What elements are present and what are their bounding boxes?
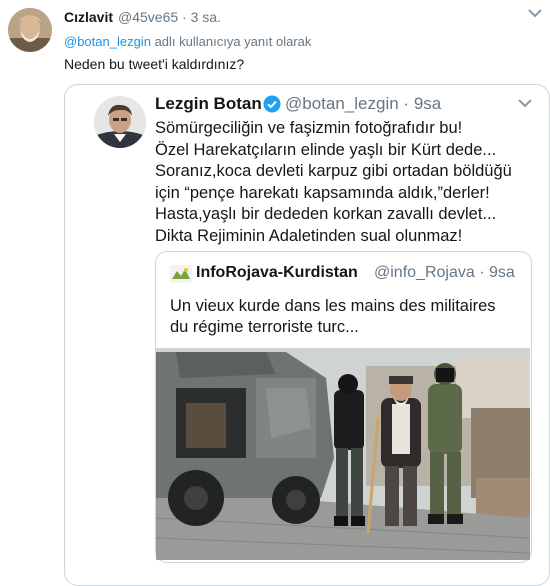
- chevron-down-icon[interactable]: [516, 96, 534, 110]
- quoted-separator: ·: [403, 94, 410, 113]
- quoted-text-line: Hasta,yaşlı bir dededen korkan zavallı d…: [155, 205, 497, 223]
- reply-to-suffix: adlı kullanıcıya yanıt olarak: [154, 34, 312, 49]
- reply-author-avatar[interactable]: [8, 8, 52, 52]
- quoted-text-line: Sömürgeciliğin ve faşizmin fotoğrafıdır …: [155, 119, 463, 137]
- quoted-text-line: Dikta Rejiminin Adaletinden sual olunmaz…: [155, 226, 463, 245]
- quoted-timestamp[interactable]: 9sa: [414, 94, 441, 113]
- inner-author-handle[interactable]: @info_Rojava: [374, 264, 475, 281]
- inner-tweet-photo[interactable]: [156, 348, 530, 560]
- quoted-author-name[interactable]: Lezgin Botan: [155, 94, 262, 114]
- reply-tweet-text: Neden bu tweet'i kaldırdınız?: [64, 56, 245, 72]
- inner-separator: ·: [479, 264, 485, 281]
- inner-timestamp[interactable]: 9sa: [489, 264, 515, 281]
- inner-author-name[interactable]: InfoRojava-Kurdistan: [196, 264, 358, 282]
- inner-tweet-text: Un vieux kurde dans les mains des milita…: [170, 296, 520, 338]
- reply-author-meta: @45ve65 · 3 sa.: [118, 9, 221, 25]
- quoted-text-line: için “pençe harekatı kapsamında aldık,”d…: [155, 183, 490, 202]
- inner-text-line: du régime terroriste turc...: [170, 318, 359, 336]
- reply-mention-link[interactable]: @botan_lezgin: [64, 34, 151, 49]
- inner-author-meta: @info_Rojava · 9sa: [374, 264, 515, 282]
- quoted-author-handle[interactable]: @botan_lezgin: [285, 94, 399, 113]
- reply-timestamp[interactable]: 3 sa.: [191, 9, 221, 25]
- verified-badge-icon: [263, 95, 281, 113]
- reply-separator: ·: [182, 9, 187, 25]
- reply-author-name[interactable]: Cızlavit: [64, 9, 113, 25]
- quoted-text-line: Özel Harekatçıların elinde yaşlı bir Kür…: [155, 140, 497, 159]
- quoted-author-avatar[interactable]: [94, 96, 146, 148]
- replying-to-line: @botan_lezgin adlı kullanıcıya yanıt ola…: [64, 34, 311, 49]
- reply-author-handle[interactable]: @45ve65: [118, 9, 178, 25]
- inforojava-logo-icon: [170, 265, 192, 283]
- quoted-tweet-text: Sömürgeciliğin ve faşizmin fotoğrafıdır …: [155, 118, 540, 247]
- quoted-text-line: Soranız,koca devleti karpuz gibi ortadan…: [155, 162, 512, 180]
- inner-text-line: Un vieux kurde dans les mains des milita…: [170, 297, 496, 315]
- chevron-down-icon[interactable]: [526, 6, 544, 20]
- quoted-author-meta: @botan_lezgin · 9sa: [285, 94, 441, 114]
